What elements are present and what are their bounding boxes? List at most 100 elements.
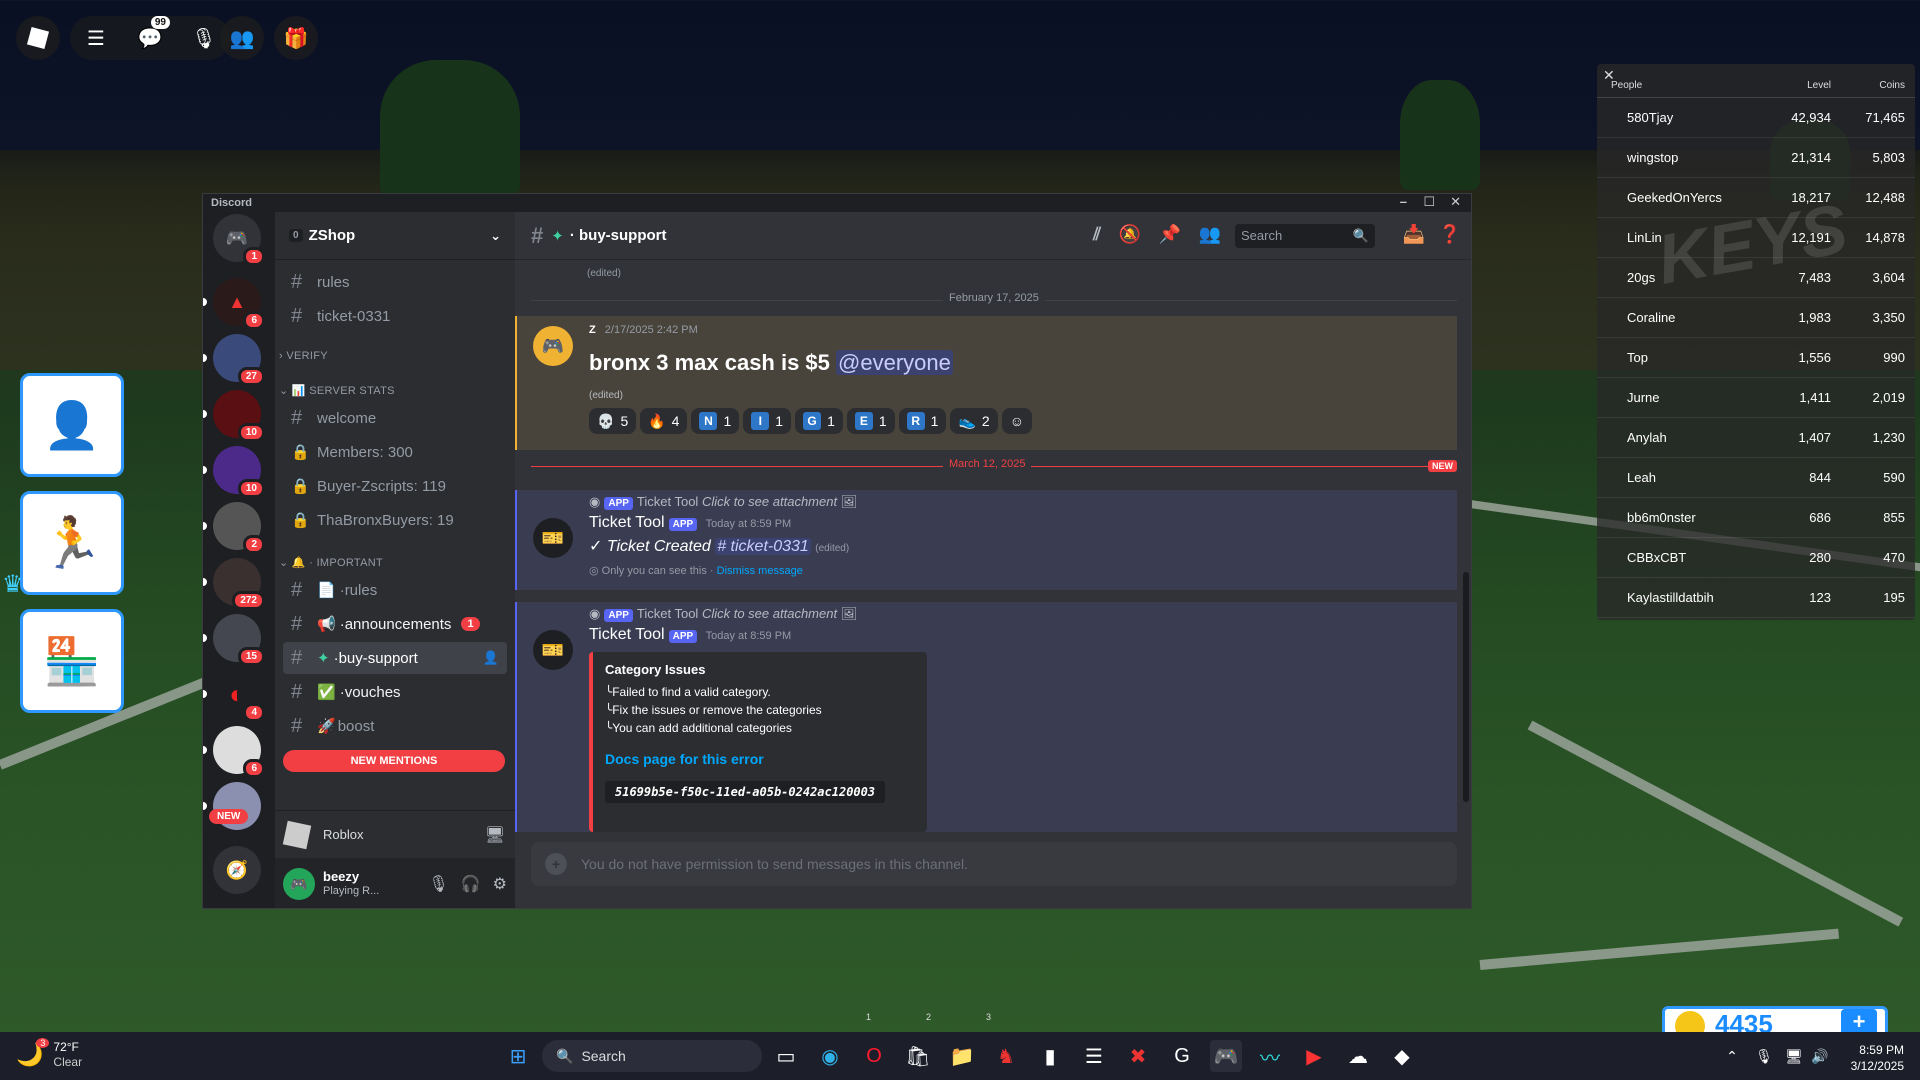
avatar[interactable]: 🎮 <box>283 868 315 900</box>
task-view-icon[interactable]: ▭ <box>770 1040 802 1072</box>
app-icon[interactable]: ☁ <box>1342 1040 1374 1072</box>
add-reaction-button[interactable]: ☺ <box>1001 408 1032 434</box>
server-icon[interactable]: 6 <box>203 726 265 778</box>
maximize-button[interactable]: ☐ <box>1423 194 1435 210</box>
message-input[interactable]: + You do not have permission to send mes… <box>531 842 1457 886</box>
gear-icon[interactable]: ⚙ <box>493 874 507 894</box>
clock[interactable]: 8:59 PM 3/12/2025 <box>1851 1042 1904 1074</box>
game-app-icon[interactable]: ♞ <box>990 1040 1022 1072</box>
author-name[interactable]: Z <box>589 324 596 336</box>
server-icon[interactable]: ▲ 6 <box>203 278 265 330</box>
opera-icon[interactable]: O <box>858 1040 890 1072</box>
server-header[interactable]: 0 ZShop ⌄ <box>275 212 515 260</box>
category-important[interactable]: ⌄ 🔔 · IMPORTANT <box>279 556 383 569</box>
home-button[interactable]: 🎮 1 <box>213 214 265 266</box>
edge-icon[interactable]: ◉ <box>814 1040 846 1072</box>
mute-bell-icon[interactable]: 🔕 <box>1119 224 1141 245</box>
reaction-button[interactable]: I1 <box>743 408 792 434</box>
channel-important-rules[interactable]: # 📄 · rules <box>283 574 507 606</box>
user-info[interactable]: beezy Playing R... <box>323 870 379 898</box>
minimize-button[interactable]: – <box>1400 194 1407 209</box>
page-number[interactable]: 3 <box>986 1012 991 1022</box>
microphone-icon[interactable]: 🎙 <box>428 874 448 894</box>
leaderboard-row[interactable]: Kaylastilldatbih 123 195 <box>1597 578 1915 618</box>
windows-start-icon[interactable]: ⊞ <box>502 1040 534 1072</box>
leaderboard-row[interactable]: Coraline 1,983 3,350 <box>1597 298 1915 338</box>
threads-icon[interactable]: ⫽ <box>1093 224 1101 245</box>
add-member-icon[interactable]: 👤 <box>483 650 499 666</box>
chevron-up-icon[interactable]: ⌃ <box>1716 1040 1748 1072</box>
server-icon[interactable]: NEW <box>203 782 261 830</box>
author-name[interactable]: Ticket Tool <box>589 626 665 643</box>
channel-vouches[interactable]: # ✅ · vouches <box>283 676 507 708</box>
channel-announcements[interactable]: # 📢 · announcements 1 <box>283 608 507 640</box>
roblox-menu-button[interactable] <box>16 16 60 60</box>
avatar[interactable]: 🎫 <box>533 630 573 670</box>
friends-button[interactable]: 👥 <box>220 16 264 60</box>
page-number[interactable]: 2 <box>926 1012 931 1022</box>
page-number[interactable]: 1 <box>866 1012 871 1022</box>
reaction-button[interactable]: 🔥 4 <box>640 408 688 434</box>
scrollbar[interactable] <box>1463 572 1469 802</box>
server-icon[interactable]: 10 <box>203 390 265 442</box>
server-icon[interactable]: 272 <box>203 558 265 610</box>
leaderboard-row[interactable]: Leah 844 590 <box>1597 458 1915 498</box>
file-explorer-icon[interactable]: 📁 <box>946 1040 978 1072</box>
channel-buy-support[interactable]: # ✦ · buy-support 👤 <box>283 642 507 674</box>
mention[interactable]: @everyone <box>836 350 953 375</box>
reaction-button[interactable]: 👟 2 <box>950 408 998 434</box>
help-icon[interactable]: ❓ <box>1439 224 1461 245</box>
emote-button[interactable]: 🏃 <box>20 491 124 595</box>
reaction-button[interactable]: R1 <box>898 408 947 434</box>
member-list-icon[interactable]: 👥 <box>1199 224 1221 245</box>
hamburger-menu-button[interactable]: ☰ <box>74 16 118 60</box>
server-icon[interactable]: ◐ 4 <box>203 670 265 722</box>
author-name[interactable]: Ticket Tool <box>589 514 665 531</box>
reply-preview[interactable]: ◉ APP Ticket Tool Click to see attachment … <box>589 494 857 510</box>
leaderboard-row[interactable]: Jurne 1,411 2,019 <box>1597 378 1915 418</box>
leaderboard-row[interactable]: Anylah 1,407 1,230 <box>1597 418 1915 458</box>
server-icon[interactable]: 15 <box>203 614 265 666</box>
app-icon[interactable]: ☰ <box>1078 1040 1110 1072</box>
app-icon[interactable]: G <box>1166 1040 1198 1072</box>
channel-welcome[interactable]: # welcome <box>283 402 507 434</box>
microphone-icon[interactable]: 🎙 <box>1748 1040 1780 1072</box>
category-verify[interactable]: › VERIFY <box>279 350 328 362</box>
leaderboard-row[interactable]: bb6m0nster 686 855 <box>1597 498 1915 538</box>
category-server-stats[interactable]: ⌄ 📊 SERVER STATS <box>279 384 395 397</box>
inbox-icon[interactable]: 📥 <box>1403 224 1425 245</box>
gift-button[interactable]: 🎁 <box>274 16 318 60</box>
leaderboard-row[interactable]: CBBxCBT 280 470 <box>1597 538 1915 578</box>
headphones-icon[interactable]: 🎧 <box>461 874 481 894</box>
docs-link[interactable]: Docs page for this error <box>605 751 915 767</box>
youtube-icon[interactable]: ▶ <box>1298 1040 1330 1072</box>
new-mentions-button[interactable]: NEW MENTIONS <box>283 750 505 772</box>
taskbar-search[interactable]: 🔍 Search <box>542 1040 762 1072</box>
channel-ticket[interactable]: # ticket-0331 <box>283 300 507 332</box>
leaderboard-row[interactable]: wingstop 21,314 5,803 <box>1597 138 1915 178</box>
reaction-button[interactable]: G1 <box>795 408 843 434</box>
close-button[interactable]: ✕ <box>1450 194 1461 210</box>
channel-members[interactable]: 🔒 Members: 300 <box>283 436 507 468</box>
chat-button[interactable]: 💬 99 <box>128 16 172 60</box>
app-icon[interactable]: ▮ <box>1034 1040 1066 1072</box>
discover-button[interactable]: 🧭 <box>213 846 261 894</box>
dismiss-link[interactable]: Dismiss message <box>717 565 803 577</box>
server-icon[interactable]: 2 <box>203 502 265 554</box>
app-icon[interactable]: 〰 <box>1254 1040 1286 1072</box>
channel-rules[interactable]: # rules <box>283 266 507 298</box>
profile-card-button[interactable]: 👤 <box>20 373 124 477</box>
app-icon[interactable]: ✖ <box>1122 1040 1154 1072</box>
reaction-button[interactable]: N1 <box>691 408 740 434</box>
shop-button[interactable]: 🏪 <box>20 609 124 713</box>
leaderboard-row[interactable]: 580Tjay 42,934 71,465 <box>1597 98 1915 138</box>
channel-buyer-zscripts[interactable]: 🔒 Buyer-Zscripts: 119 <box>283 470 507 502</box>
server-icon[interactable]: 10 <box>203 446 265 498</box>
channel-boost[interactable]: # 🚀 boost <box>283 710 507 742</box>
close-icon[interactable]: ✕ <box>1603 67 1615 84</box>
server-icon[interactable]: 27 <box>203 334 265 386</box>
screen-share-icon[interactable]: 🖥 <box>485 825 505 845</box>
weather-widget[interactable]: 🌙 3 72°F Clear <box>16 1038 82 1070</box>
pin-icon[interactable]: 📌 <box>1159 224 1181 245</box>
volume-icon[interactable]: 🔊 <box>1804 1040 1836 1072</box>
